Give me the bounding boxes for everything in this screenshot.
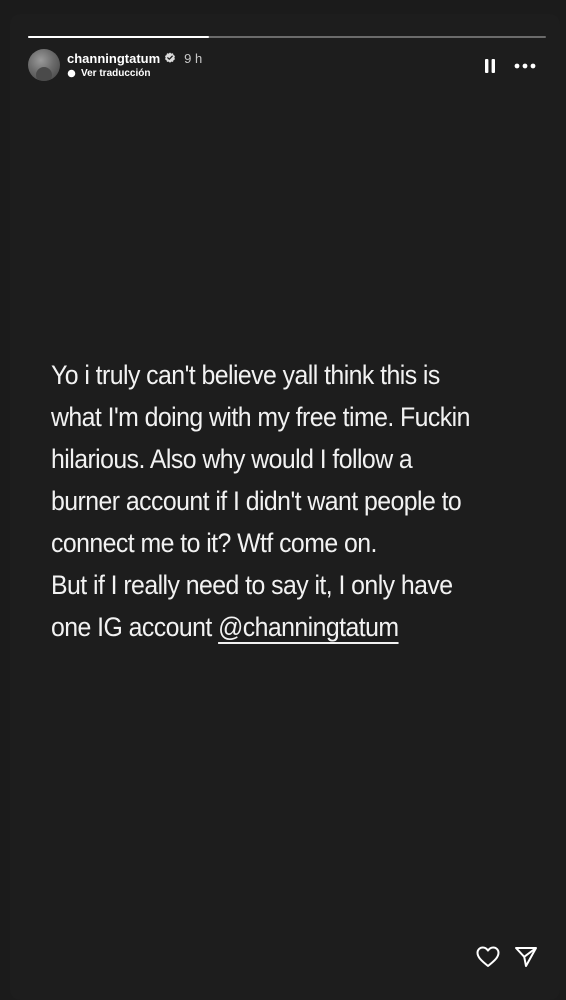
pause-icon[interactable] — [481, 57, 499, 75]
story-text: Yo i truly can't believe yall think this… — [51, 360, 470, 642]
heart-icon[interactable] — [476, 946, 500, 968]
more-options-icon[interactable] — [513, 57, 537, 75]
mention-link[interactable]: @channingtatum — [218, 612, 399, 642]
send-icon[interactable] — [514, 946, 538, 968]
story-text-body: Yo i truly can't believe yall think this… — [51, 354, 511, 648]
translate-link[interactable]: Ver traducción — [67, 68, 202, 79]
story-viewer: channingtatum 9 h Ver traducción Yo i tr… — [10, 14, 560, 1000]
translate-icon — [67, 69, 76, 78]
username-link[interactable]: channingtatum — [67, 51, 160, 66]
story-header: channingtatum 9 h Ver traducción — [67, 50, 203, 80]
translate-label: Ver traducción — [81, 68, 151, 79]
verified-badge-icon — [165, 52, 176, 63]
avatar[interactable] — [28, 49, 60, 81]
post-time: 9 h — [184, 50, 203, 66]
story-progress-fill — [28, 36, 210, 38]
story-progress-bar — [28, 36, 546, 38]
